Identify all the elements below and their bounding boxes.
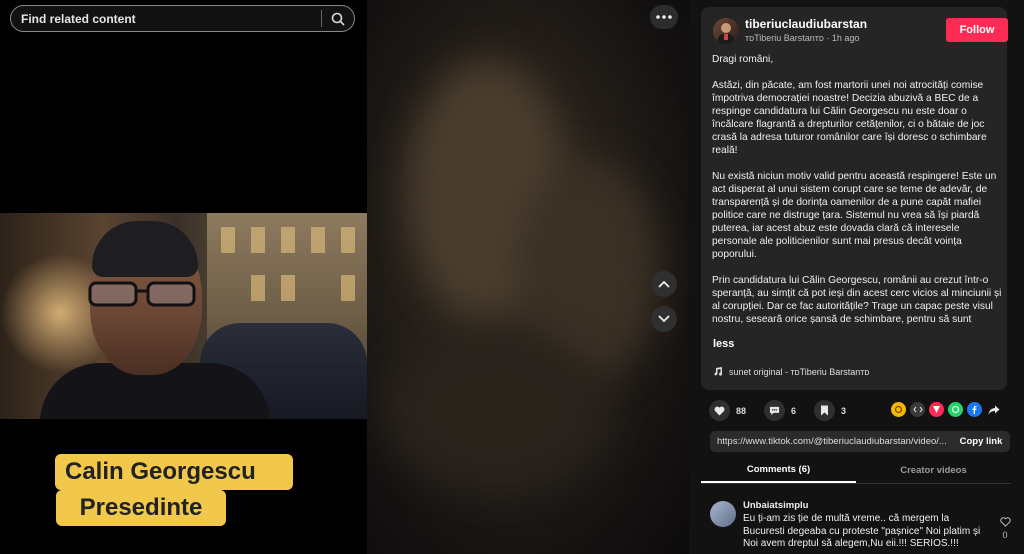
send-icon[interactable] (929, 402, 944, 417)
heart-icon (714, 406, 725, 416)
author-username[interactable]: tiberiuclaudiubarstan (745, 17, 867, 31)
post-paragraph: Astăzi, din păcate, am fost martorii une… (712, 80, 987, 156)
share-arrow-icon[interactable] (986, 402, 1001, 417)
action-bar: 88 6 3 (709, 400, 858, 421)
post-description: Dragi români, Astăzi, din păcate, am fos… (712, 53, 1004, 327)
comment-icon (769, 406, 780, 415)
post-paragraph: Nu există niciun motiv valid pentru acea… (712, 171, 997, 260)
post-paragraph: Prin candidatura lui Călin Georgescu, ro… (712, 275, 1002, 325)
more-options-button[interactable] (650, 5, 678, 29)
share-link-text[interactable]: https://www.tiktok.com/@tiberiuclaudiuba… (710, 436, 952, 447)
post-paragraph: Dragi români, (712, 54, 774, 65)
chevron-up-icon (658, 280, 670, 288)
whatsapp-icon[interactable] (948, 402, 963, 417)
details-panel: tiberiuclaudiubarstan ᴛᴅTiberiu Barstanᴛ… (689, 0, 1024, 554)
search-bar (10, 5, 355, 32)
share-link-box: https://www.tiktok.com/@tiberiuclaudiuba… (710, 431, 1010, 452)
sound-link[interactable]: sunet original - ᴛᴅTiberiu Barstanᴛᴅ (713, 367, 869, 377)
person-cap (92, 221, 198, 277)
save-count: 3 (841, 405, 847, 416)
post-time: 1h ago (831, 33, 860, 43)
next-video-button[interactable] (651, 306, 677, 332)
glasses (88, 281, 196, 307)
friends-share-icon[interactable] (891, 402, 906, 417)
author-meta: ᴛᴅTiberiu Barstanᴛᴅ · 1h ago (745, 33, 860, 43)
panel-tabs: Comments (6) Creator videos (701, 458, 1011, 484)
facebook-icon[interactable] (967, 402, 982, 417)
previous-video-button[interactable] (651, 271, 677, 297)
copy-link-button[interactable]: Copy link (952, 436, 1010, 447)
author-display-name: ᴛᴅTiberiu Barstanᴛᴅ (745, 33, 824, 43)
video-caption-line2: Presedinte (56, 490, 226, 526)
blurred-background (367, 0, 689, 554)
show-less-button[interactable]: less (713, 338, 734, 350)
like-count: 88 (736, 405, 747, 416)
comment-like-count: 0 (1002, 530, 1008, 540)
like-button[interactable] (709, 400, 730, 421)
sound-name: sunet original - ᴛᴅTiberiu Barstanᴛᴅ (729, 367, 870, 377)
video-frame (0, 213, 367, 419)
follow-button[interactable]: Follow (946, 18, 1008, 42)
search-button[interactable] (322, 5, 354, 32)
search-icon (331, 12, 345, 26)
video-player[interactable]: Calin Georgescu Presedinte (0, 0, 367, 554)
commenter-username[interactable]: Unbaiatsimplu (743, 500, 808, 511)
search-input[interactable] (11, 11, 321, 26)
post-card: tiberiuclaudiubarstan ᴛᴅTiberiu Barstanᴛ… (701, 7, 1008, 390)
share-icons (891, 402, 1001, 417)
chevron-down-icon (658, 315, 670, 323)
author-avatar[interactable] (713, 18, 739, 44)
tab-creator-videos[interactable]: Creator videos (856, 458, 1011, 483)
tab-comments[interactable]: Comments (6) (701, 458, 856, 483)
comment-text: Eu ți-am zis ție de multă vreme.. că mer… (743, 513, 981, 549)
more-icon (656, 15, 672, 19)
video-caption-line1: Calin Georgescu (55, 454, 293, 490)
heart-outline-icon (999, 517, 1011, 527)
music-note-icon (714, 367, 723, 376)
comment-count: 6 (791, 405, 797, 416)
bookmark-icon (821, 405, 829, 416)
embed-icon[interactable] (910, 402, 925, 417)
comment-button[interactable] (764, 400, 786, 421)
commenter-avatar[interactable] (710, 501, 736, 527)
save-button[interactable] (814, 400, 836, 421)
